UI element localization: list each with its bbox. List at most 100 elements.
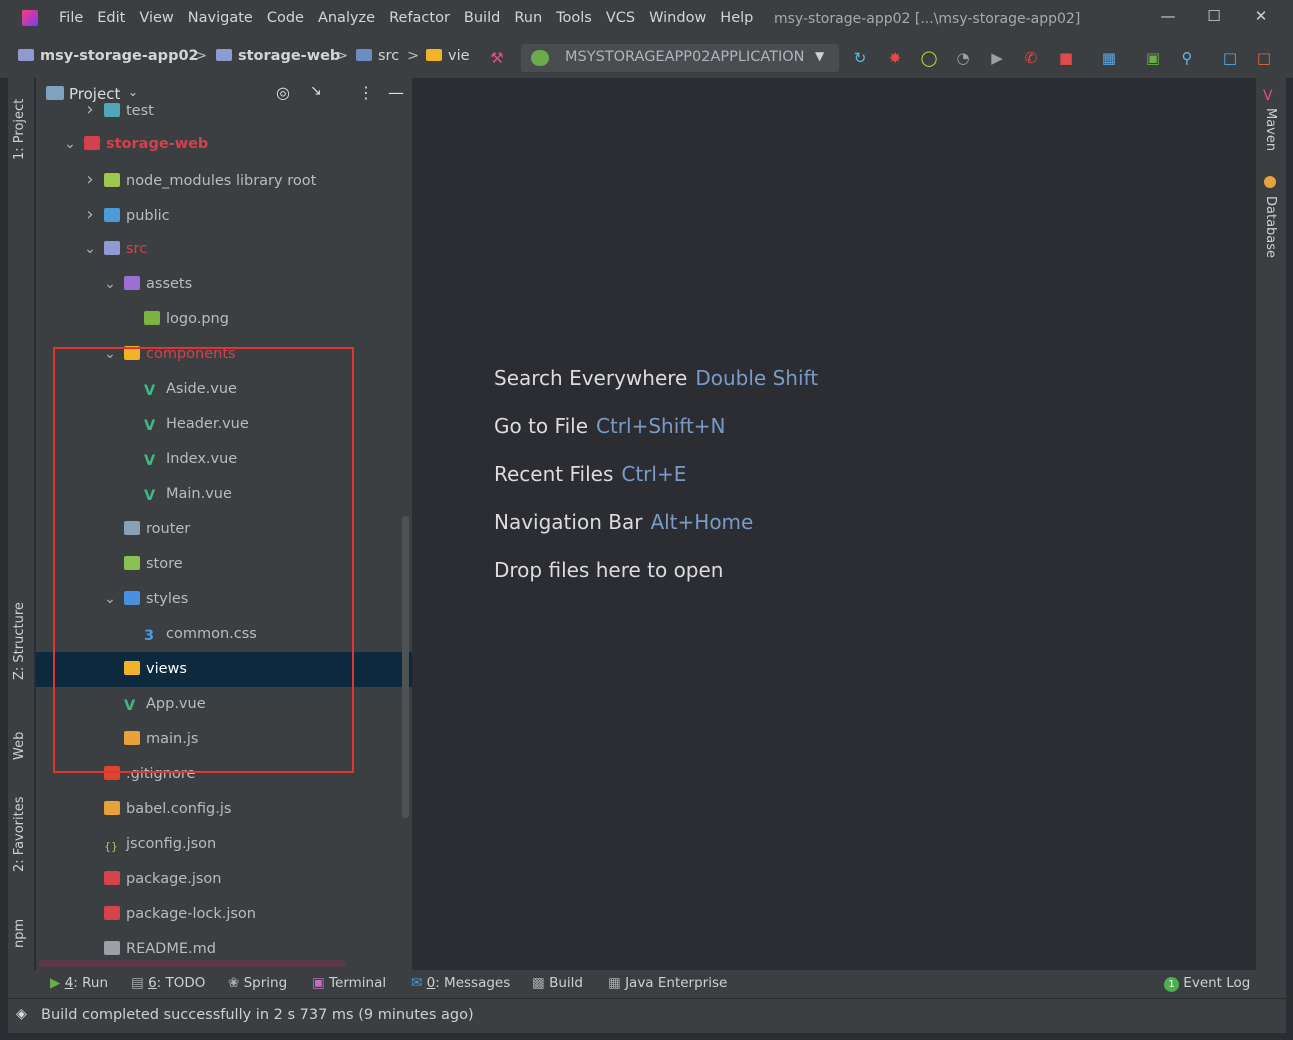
menu-help[interactable]: Help <box>720 10 753 26</box>
tab-terminal[interactable]: ▣ Terminal <box>312 975 386 991</box>
debug-bug-icon[interactable]: ✸ <box>886 49 904 67</box>
menu-run[interactable]: Run <box>514 10 542 26</box>
tab-java-enterprise[interactable]: ▦ Java Enterprise <box>608 975 727 991</box>
folder-icon <box>426 49 442 61</box>
tree-item[interactable]: {} jsconfig.json <box>36 827 412 862</box>
maximize-icon[interactable]: ☐ <box>1204 6 1224 26</box>
run-with-coverage-icon[interactable]: ◯ <box>920 49 938 67</box>
tree-item[interactable]: ⌄ storage-web <box>36 127 412 162</box>
terminal-icon[interactable]: ▣ <box>1144 49 1162 67</box>
hint-shortcut: Ctrl+Shift+N <box>596 414 726 438</box>
tab-structure[interactable]: Z: Structure <box>8 598 34 688</box>
chevron-down-icon[interactable]: ⌄ <box>62 127 78 162</box>
menu-vcs[interactable]: VCS <box>606 10 635 26</box>
chevron-down-icon[interactable]: ⌄ <box>102 267 118 302</box>
app-logo-icon <box>22 10 38 26</box>
tree-item[interactable]: ⌄ src <box>36 232 412 267</box>
database-icon <box>1264 176 1276 188</box>
tree-item[interactable]: package.json <box>36 862 412 897</box>
source-folder-icon <box>356 49 372 61</box>
tool-window-bar: ▶ 4: Run ▤ 6: TODO ❀ Spring ▣ Terminal ✉… <box>8 970 1286 998</box>
run-configuration-select[interactable]: MSYSTORAGEAPP02APPLICATION ▼ <box>521 44 839 72</box>
tree-item-label: jsconfig.json <box>126 836 217 852</box>
tab-label: : TODO <box>156 975 206 991</box>
tree-item[interactable]: ⌄ assets <box>36 267 412 302</box>
rerun-icon[interactable]: ↻ <box>851 49 869 67</box>
chevron-right-icon[interactable]: › <box>82 197 98 232</box>
search-icon[interactable]: ⚲ <box>1178 49 1196 67</box>
hint-label: Search Everywhere <box>494 366 688 390</box>
tree-item[interactable]: logo.png <box>36 302 412 337</box>
status-layers-icon[interactable]: ◈ <box>16 1006 27 1022</box>
menu-analyze[interactable]: Analyze <box>318 10 375 26</box>
breadcrumb-src[interactable]: src <box>356 48 399 64</box>
window-title: msy-storage-app02 [...\msy-storage-app02… <box>774 11 1081 27</box>
todo-icon: ▤ <box>131 975 144 991</box>
breadcrumb-storage-web[interactable]: storage-web <box>216 48 340 64</box>
title-bar: File Edit View Navigate Code Analyze Ref… <box>0 0 1293 38</box>
tab-messages[interactable]: ✉ 0: Messages <box>411 975 510 991</box>
tab-npm[interactable]: npm <box>8 906 34 956</box>
tab-todo[interactable]: ▤ 6: TODO <box>131 975 205 991</box>
close-icon[interactable]: ✕ <box>1251 6 1271 26</box>
run-icon[interactable]: ▶ <box>988 49 1006 67</box>
chevron-right-icon[interactable]: › <box>82 162 98 197</box>
menu-window[interactable]: Window <box>649 10 706 26</box>
breadcrumb-views[interactable]: vie <box>426 48 470 64</box>
left-tool-strip: 1: Project Z: Structure Web 2: Favorites… <box>8 78 34 970</box>
md-file-icon <box>104 941 120 955</box>
menu-navigate[interactable]: Navigate <box>188 10 253 26</box>
tab-label: : Run <box>73 975 109 991</box>
translate-icon[interactable]: □ <box>1221 49 1239 67</box>
breadcrumb-label: storage-web <box>238 48 341 64</box>
tab-database[interactable]: Database <box>1263 196 1278 258</box>
tree-item[interactable]: › test <box>36 92 412 127</box>
tab-build[interactable]: ▩ Build <box>532 975 583 991</box>
tab-label: npm <box>12 918 27 948</box>
menu-file[interactable]: File <box>59 10 83 26</box>
tree-item[interactable]: babel.config.js <box>36 792 412 827</box>
tab-web[interactable]: Web <box>8 718 34 768</box>
tab-event-log[interactable]: 1 Event Log <box>1164 975 1250 992</box>
breadcrumb-project[interactable]: msy-storage-app02 <box>18 48 199 64</box>
project-structure-icon[interactable]: ▦ <box>1100 49 1118 67</box>
minimize-icon[interactable]: — <box>1158 6 1178 26</box>
navigation-bar: msy-storage-app02 > storage-web > src > … <box>0 38 1293 79</box>
menu-tools[interactable]: Tools <box>556 10 592 26</box>
menu-edit[interactable]: Edit <box>97 10 125 26</box>
menu-code[interactable]: Code <box>267 10 304 26</box>
hint-search-everywhere: Search Everywhere Double Shift <box>494 366 818 390</box>
tree-item[interactable]: package-lock.json <box>36 897 412 932</box>
folder-icon <box>216 49 232 61</box>
attach-debugger-icon[interactable]: ✆ <box>1022 49 1040 67</box>
menu-refactor[interactable]: Refactor <box>389 10 450 26</box>
profile-icon[interactable]: ◔ <box>954 49 972 67</box>
tab-label: Java Enterprise <box>625 975 728 991</box>
tree-item[interactable]: › public <box>36 197 412 232</box>
tab-spring[interactable]: ❀ Spring <box>228 975 287 991</box>
hint-navigation-bar: Navigation Bar Alt+Home <box>494 510 753 534</box>
tree-scrollbar[interactable] <box>402 516 409 818</box>
tab-label: Z: Structure <box>12 602 27 680</box>
breadcrumb-label: vie <box>448 48 470 64</box>
menu-build[interactable]: Build <box>464 10 500 26</box>
menu-view[interactable]: View <box>139 10 173 26</box>
chevron-right-icon[interactable]: › <box>82 92 98 127</box>
tab-project[interactable]: 1: Project <box>8 88 34 168</box>
build-hammer-icon[interactable]: ⚒ <box>488 49 506 67</box>
tab-maven[interactable]: Maven <box>1263 108 1278 151</box>
image-file-icon <box>144 311 160 325</box>
spring-boot-icon <box>531 50 549 66</box>
stop-icon[interactable]: ■ <box>1057 49 1075 67</box>
event-log-badge: 1 <box>1164 977 1179 992</box>
tree-item[interactable]: › node_modules library root <box>36 162 412 197</box>
hint-shortcut: Ctrl+E <box>621 462 687 486</box>
tab-run[interactable]: ▶ 4: Run <box>50 975 108 991</box>
breadcrumb-separator: > <box>195 48 208 64</box>
tab-favorites[interactable]: 2: Favorites <box>8 790 34 880</box>
translate-alt-icon[interactable]: □ <box>1255 49 1273 67</box>
chevron-down-icon[interactable]: ⌄ <box>82 232 98 267</box>
chevron-down-icon: ▼ <box>815 49 825 63</box>
hint-recent-files: Recent Files Ctrl+E <box>494 462 686 486</box>
tree-horizontal-scrollbar[interactable] <box>38 960 346 967</box>
